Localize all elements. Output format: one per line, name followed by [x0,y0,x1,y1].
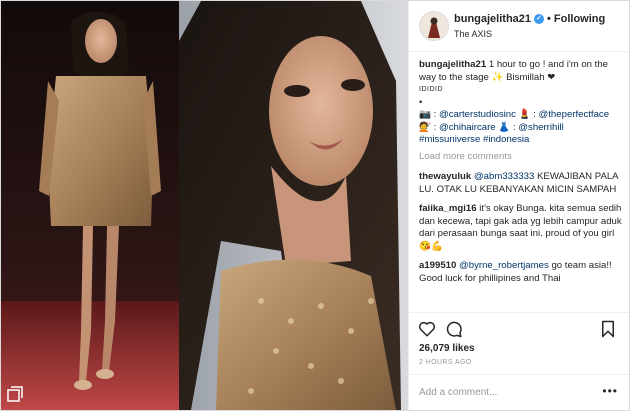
add-comment-bar: ••• [409,374,629,410]
multiple-images-icon [7,386,23,402]
credits-line: 📷 : @carterstudiosinc 💄 : @theperfectfac… [419,109,610,133]
location-link[interactable]: The AXIS [454,29,492,39]
likes-count[interactable]: 26,079 likes [419,343,475,354]
comment-username[interactable]: thewayuluk [419,171,471,182]
dot-separator: • [547,13,551,25]
comment-username[interactable]: faiika_mgi16 [419,203,477,214]
instagram-post: bungajelitha21 ✓ • Following The AXIS bunga… [0,0,630,411]
post-photo[interactable] [1,1,408,410]
credit-separator: : [512,121,516,133]
comment-item: thewayuluk @abm333333 KEWAJIBAN PALA LU.… [419,171,622,196]
comment-icon[interactable] [445,320,463,338]
credit-separator: : [533,109,536,120]
post-side-panel: bungajelitha21 ✓ • Following The AXIS bunga… [408,1,629,410]
avatar[interactable] [419,11,449,41]
post-caption: bungajelitha21 1 hour to go ! and i'm on… [419,59,622,147]
verified-badge-icon: ✓ [534,14,545,25]
more-options-button[interactable]: ••• [602,384,618,398]
add-comment-input[interactable] [419,384,589,400]
header-line: bungajelitha21 ✓ • Following [454,13,605,25]
haircut-icon: 💇 [419,121,431,133]
post-header: bungajelitha21 ✓ • Following The AXIS [409,1,629,52]
credit-separator: : [433,121,437,133]
heart-icon[interactable] [418,320,436,338]
comment-item: a199510 @byrne_robertjames go team asia!… [419,260,622,285]
load-more-comments-button[interactable]: Load more comments [419,151,622,164]
post-actions: 26,079 likes 2 HOURS AGO [409,312,629,373]
bookmark-icon[interactable] [599,320,617,338]
username-link[interactable]: bungajelitha21 [454,13,531,25]
comment-username[interactable]: a199510 [419,260,456,271]
caption-tiny-text: IDIDID [419,86,443,93]
mention-link[interactable]: @theperfectface [539,109,610,120]
mention-link[interactable]: @carterstudiosinc [439,109,516,120]
mention-link[interactable]: @sherrihill [518,122,563,133]
comment-mention[interactable]: @byrne_robertjames [459,260,549,271]
comment-mention[interactable]: @abm333333 [474,171,534,182]
lipstick-icon: 💄 [518,109,531,120]
post-time[interactable]: 2 HOURS AGO [419,359,472,366]
mention-link[interactable]: @chihaircare [439,122,496,133]
post-photo-image [1,1,408,410]
dress-icon: 👗 [498,121,511,133]
caption-username[interactable]: bungajelitha21 [419,59,486,70]
caption-bullet: • [419,96,423,108]
avatar-image [420,12,448,40]
following-button[interactable]: Following [554,13,605,25]
camera-icon: 📷 [419,109,431,120]
comment-item: faiika_mgi16 it's okay Bunga. kita semua… [419,203,622,253]
comments-section: bungajelitha21 1 hour to go ! and i'm on… [419,59,622,309]
hashtags[interactable]: #missuniverse #indonesia [419,134,622,147]
